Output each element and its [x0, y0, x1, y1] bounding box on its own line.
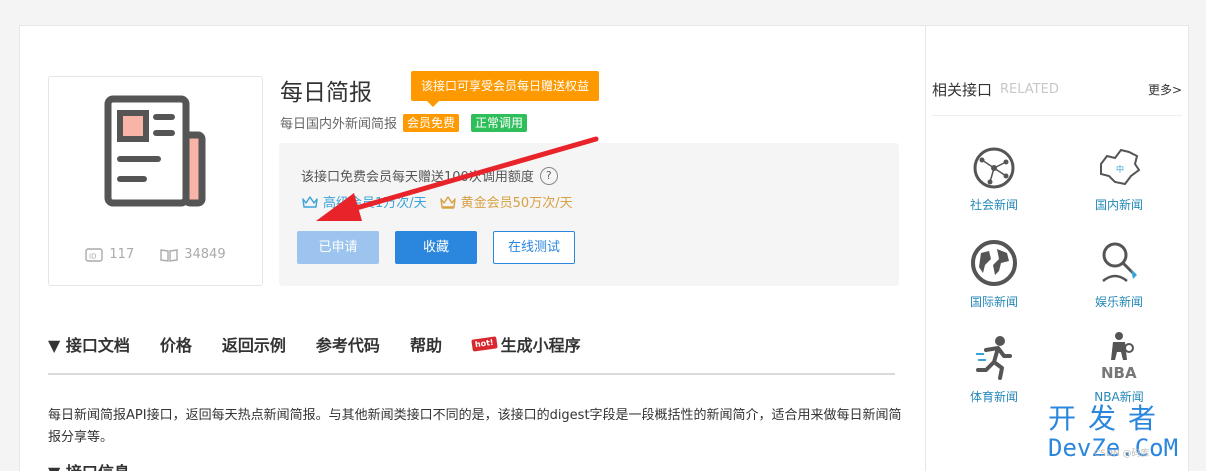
book-icon — [160, 248, 178, 262]
related-item-label: 国际新闻 — [969, 295, 1018, 309]
tab-mini-program[interactable]: hot! 生成小程序 — [471, 332, 581, 356]
tab-label: ▼ 接口文档 — [48, 336, 130, 355]
globe-icon — [971, 240, 1017, 286]
api-description: 每日新闻简报API接口，返回每天热点新闻简报。与其他新闻类接口不同的是，该接口的… — [48, 408, 902, 445]
tab-label: 帮助 — [409, 336, 442, 355]
related-item-society-news[interactable]: 社会新闻 — [944, 146, 1044, 213]
watermark-cn: 开发者 — [1048, 402, 1169, 435]
status-tag: 正常调用 — [471, 113, 528, 132]
tab-label: 返回示例 — [221, 336, 286, 355]
related-title-en: RELATED — [1000, 82, 1059, 97]
api-subtitle: 每日国内外新闻简报 — [280, 117, 398, 132]
thumb-stats: ID 117 34849 — [49, 247, 262, 262]
api-thumbnail: ID 117 34849 — [48, 76, 263, 286]
applied-button[interactable]: 已申请 — [297, 231, 379, 264]
hot-icon: hot! — [471, 336, 498, 352]
nba-icon: NBA — [1101, 332, 1137, 382]
read-stat: 34849 — [160, 247, 226, 262]
related-item-label: 国内新闻 — [1094, 198, 1143, 212]
read-count: 34849 — [184, 247, 226, 262]
more-link[interactable]: 更多> — [1148, 81, 1182, 98]
id-icon: ID — [85, 247, 104, 262]
society-news-icon — [973, 147, 1015, 189]
related-item-nba-news[interactable]: NBA NBA新闻 — [1069, 330, 1169, 405]
watermark-small: CSDN @码库 — [1094, 449, 1150, 459]
api-info-heading[interactable]: ▼ 接口信息 — [48, 459, 130, 471]
favorite-button[interactable]: 收藏 — [395, 231, 477, 264]
api-subtitle-row: 每日国内外新闻简报 会员免费 正常调用 — [280, 113, 528, 132]
doc-tabs: ▼ 接口文档 价格 返回示例 参考代码 帮助 hot! 生成小程序 — [48, 332, 581, 356]
related-title: 相关接口 — [932, 81, 993, 99]
member-free-tag: 会员免费 — [403, 113, 460, 132]
tab-return-example[interactable]: 返回示例 — [222, 332, 286, 356]
online-test-button[interactable]: 在线测试 — [493, 231, 575, 264]
id-stat: ID 117 — [85, 247, 134, 262]
related-header: 相关接口 RELATED 更多> — [932, 79, 1182, 100]
annotation-arrow-icon — [316, 136, 599, 221]
svg-text:NBA: NBA — [1101, 364, 1137, 382]
member-benefit-tip: 该接口可享受会员每日赠送权益 — [411, 71, 600, 107]
related-divider — [932, 115, 1182, 116]
api-title: 每日简报 — [280, 80, 372, 106]
svg-text:ID: ID — [89, 252, 96, 260]
tab-label: 价格 — [159, 336, 192, 355]
svg-text:中: 中 — [1116, 164, 1124, 174]
related-item-international-news[interactable]: 国际新闻 — [944, 239, 1044, 310]
tab-reference-code[interactable]: 参考代码 — [316, 332, 380, 356]
runner-icon — [976, 336, 1012, 380]
newspaper-icon — [104, 95, 206, 207]
related-item-entertainment-news[interactable]: 娱乐新闻 — [1069, 239, 1169, 310]
tab-divider — [48, 373, 895, 375]
related-item-label: 娱乐新闻 — [1094, 295, 1143, 309]
tab-price[interactable]: 价格 — [160, 332, 192, 356]
related-item-label: 体育新闻 — [969, 390, 1018, 404]
id-value: 117 — [109, 247, 135, 262]
related-item-label: 社会新闻 — [969, 198, 1018, 212]
china-map-icon: 中 — [1100, 148, 1141, 186]
action-buttons: 已申请 收藏 在线测试 — [297, 231, 575, 264]
related-item-sports-news[interactable]: 体育新闻 — [944, 334, 1044, 405]
tab-label: 生成小程序 — [500, 336, 581, 355]
tab-label: 参考代码 — [315, 336, 380, 355]
tab-help[interactable]: 帮助 — [410, 332, 442, 356]
entertainment-icon — [1102, 242, 1137, 282]
tab-api-doc[interactable]: ▼ 接口文档 — [48, 332, 130, 356]
related-item-domestic-news[interactable]: 中 国内新闻 — [1069, 146, 1169, 213]
